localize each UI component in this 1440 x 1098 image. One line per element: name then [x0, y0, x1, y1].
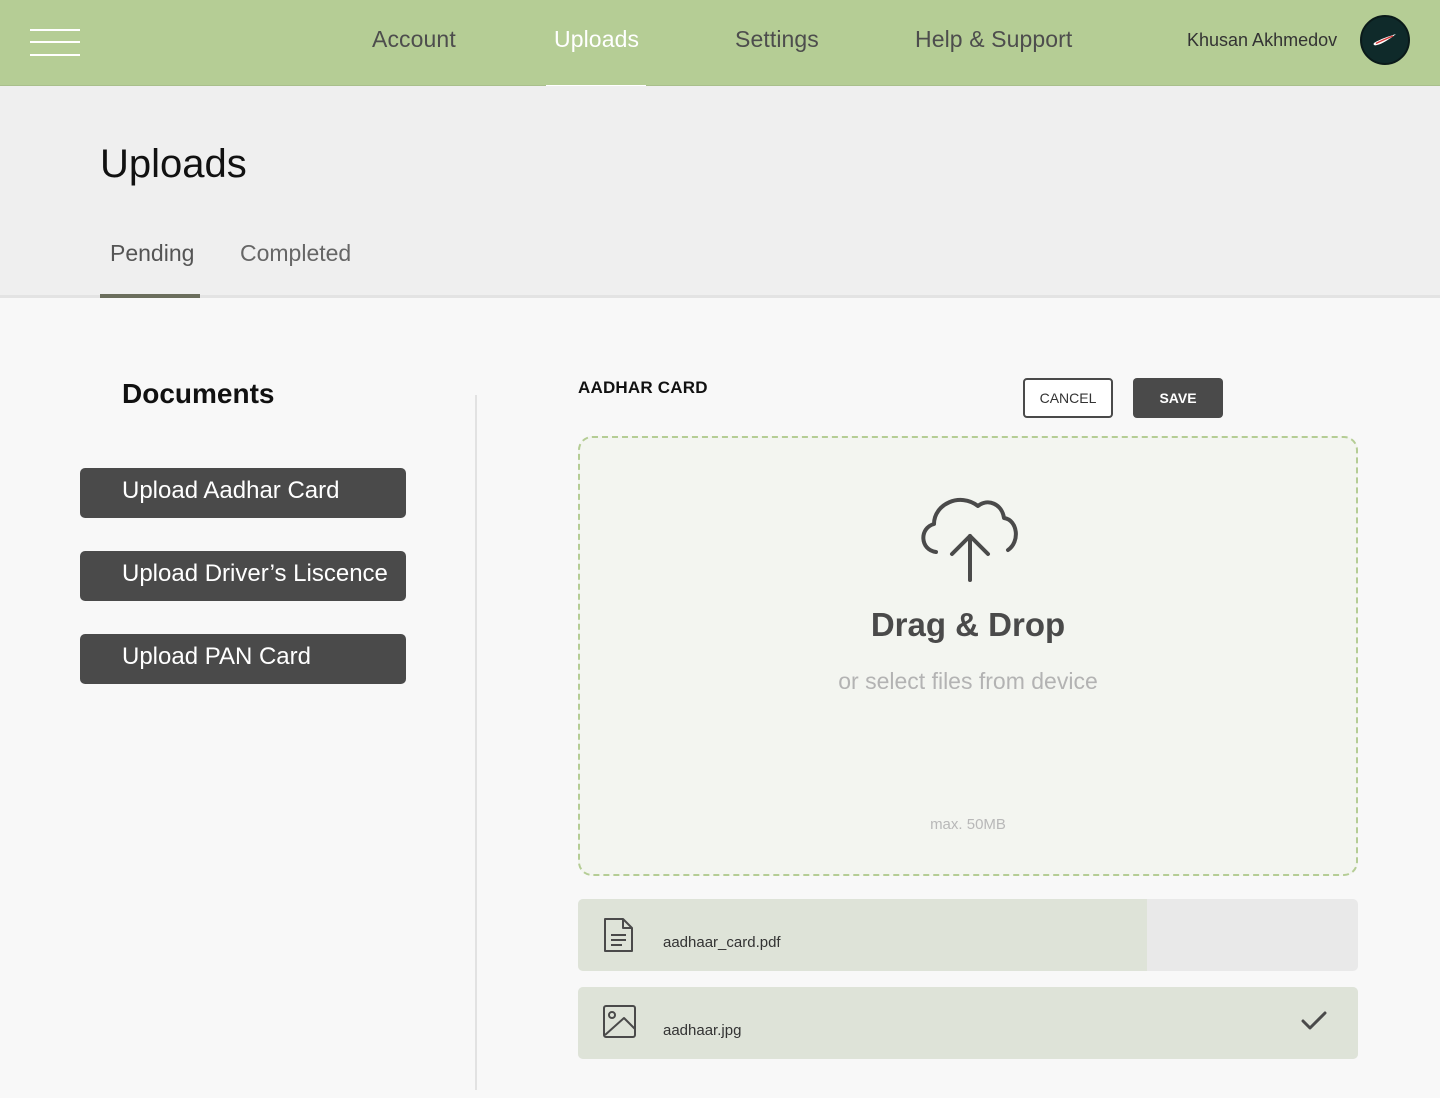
upload-drivers-licence-button[interactable]: Upload Driver’s Liscence — [80, 551, 406, 601]
upload-aadhar-card-button[interactable]: Upload Aadhar Card — [80, 468, 406, 518]
page-title: Uploads — [100, 142, 247, 186]
swoosh-logo-icon — [1373, 34, 1396, 46]
nav-item-settings[interactable]: Settings — [735, 26, 819, 53]
page-header: Uploads Pending Completed — [0, 86, 1440, 298]
avatar[interactable] — [1360, 15, 1410, 65]
upload-pan-card-button[interactable]: Upload PAN Card — [80, 634, 406, 684]
top-navigation-bar: Account Uploads Settings Help & Support … — [0, 0, 1440, 88]
nav-item-uploads[interactable]: Uploads — [554, 26, 639, 53]
active-tab-indicator — [100, 294, 200, 298]
nav-item-help-support[interactable]: Help & Support — [915, 26, 1072, 53]
column-divider — [475, 395, 477, 1090]
hamburger-menu-icon[interactable] — [30, 28, 80, 58]
max-size-note: max. 50MB — [930, 816, 1006, 833]
file-row-pdf: aadhaar_card.pdf — [578, 899, 1358, 971]
dropzone-title: Drag & Drop — [870, 606, 1066, 643]
file-name: aadhaar_card.pdf — [663, 934, 781, 951]
username[interactable]: Khusan Akhmedov — [1187, 30, 1337, 51]
save-button[interactable]: SAVE — [1133, 378, 1223, 418]
file-name: aadhaar.jpg — [663, 1022, 742, 1039]
documents-heading: Documents — [122, 378, 275, 409]
nav-item-account[interactable]: Account — [372, 26, 456, 53]
cloud-upload-icon — [921, 498, 1018, 582]
checkmark-icon[interactable] — [1300, 1009, 1328, 1033]
tab-pending[interactable]: Pending — [110, 240, 194, 267]
cancel-button[interactable]: CANCEL — [1023, 378, 1113, 418]
image-icon — [603, 1005, 636, 1038]
document-icon — [604, 918, 633, 952]
tab-completed[interactable]: Completed — [240, 240, 351, 267]
file-row-jpg: aadhaar.jpg — [578, 987, 1358, 1059]
section-label: AADHAR CARD — [578, 378, 708, 397]
select-files-link[interactable]: or select files from device — [580, 668, 1356, 695]
file-dropzone[interactable]: Drag & Drop or select files from device … — [578, 436, 1358, 876]
